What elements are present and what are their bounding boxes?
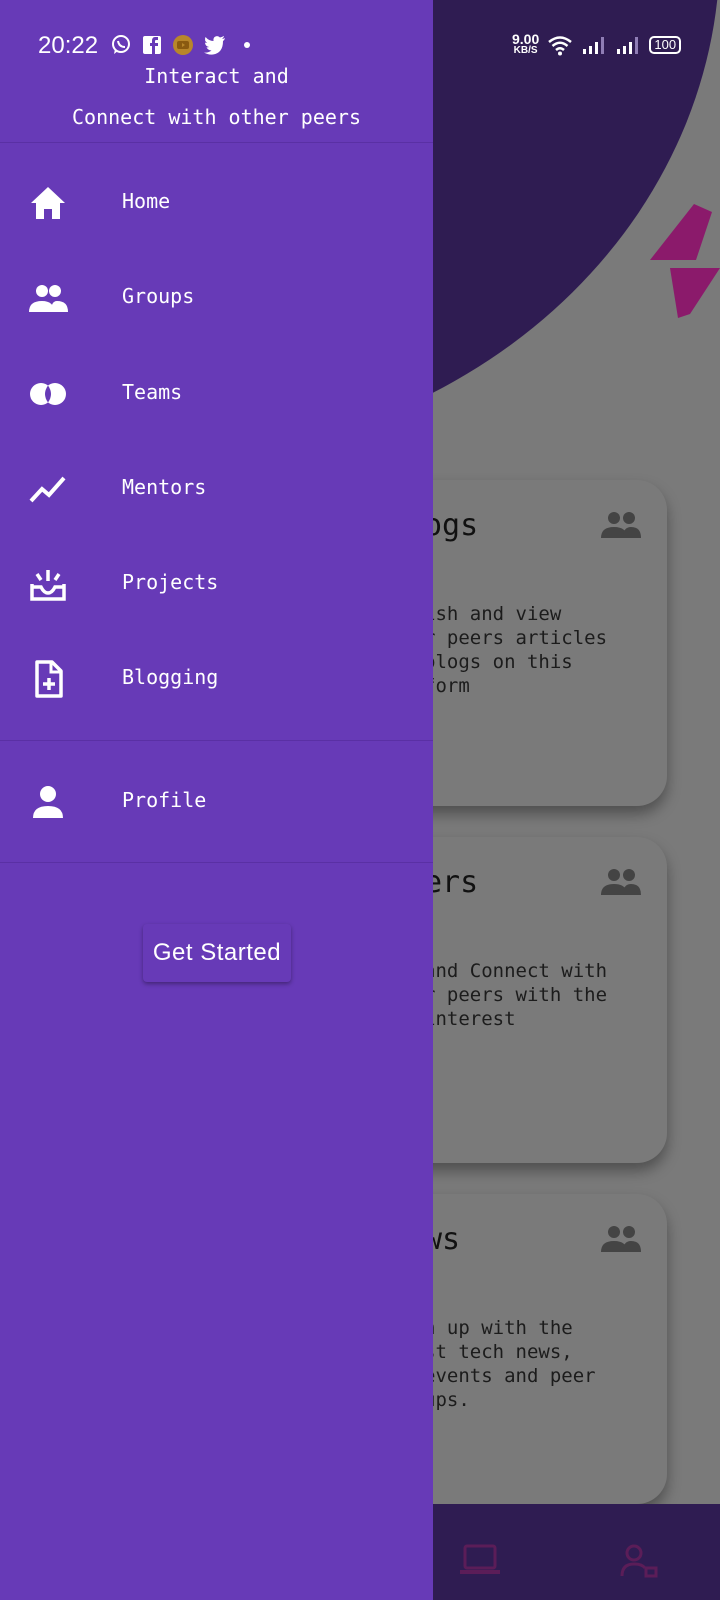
drawer-item-label: Mentors bbox=[122, 475, 207, 499]
drawer-item-label: Projects bbox=[122, 570, 219, 594]
teams-icon bbox=[30, 383, 66, 405]
navigation-drawer: Interact and Connect with other peers Ho… bbox=[0, 0, 433, 1600]
network-speed-unit: KB/S bbox=[513, 45, 538, 56]
whatsapp-icon bbox=[112, 35, 130, 54]
twitter-icon bbox=[204, 36, 225, 55]
drawer-header-line2: Connect with other peers bbox=[72, 105, 361, 129]
projects-icon bbox=[30, 570, 66, 601]
person-icon bbox=[33, 786, 63, 818]
drawer-item-teams[interactable]: Teams bbox=[0, 354, 433, 434]
home-icon bbox=[31, 187, 65, 219]
notification-icons bbox=[110, 34, 258, 56]
app-logo-icon bbox=[650, 204, 720, 318]
drawer-item-mentors[interactable]: Mentors bbox=[0, 449, 433, 529]
youtube-icon bbox=[173, 35, 193, 55]
account-tree-icon[interactable] bbox=[620, 1544, 660, 1578]
network-speed-value: 9.00 bbox=[512, 31, 540, 47]
groups-icon bbox=[29, 285, 68, 312]
drawer-item-home[interactable]: Home bbox=[0, 163, 433, 243]
drawer-item-blogging[interactable]: Blogging bbox=[0, 639, 433, 719]
wifi-icon bbox=[548, 36, 573, 56]
drawer-item-groups[interactable]: Groups bbox=[0, 258, 433, 338]
drawer-item-label: Home bbox=[122, 189, 171, 213]
note-add-icon bbox=[35, 660, 63, 698]
get-started-button[interactable]: Get Started bbox=[143, 924, 291, 982]
drawer-item-label: Groups bbox=[122, 284, 195, 308]
drawer-item-label: Blogging bbox=[122, 665, 219, 689]
laptop-icon[interactable] bbox=[460, 1544, 500, 1578]
status-time: 20:22 bbox=[38, 32, 99, 59]
dot-icon bbox=[244, 42, 250, 48]
network-speed: 9.00 KB/S bbox=[512, 31, 540, 56]
status-indicators: 9.00 KB/S 100 bbox=[512, 31, 682, 56]
status-bar: 20:22 9.00 KB/S 100 bbox=[0, 0, 720, 92]
drawer-divider bbox=[0, 862, 433, 863]
drawer-item-profile[interactable]: Profile bbox=[0, 762, 433, 842]
facebook-icon bbox=[143, 36, 161, 54]
trending-icon bbox=[29, 476, 66, 503]
drawer-item-label: Profile bbox=[122, 788, 207, 812]
card-description: ish and view r peers articles blogs on t… bbox=[424, 603, 608, 697]
groups-icon bbox=[601, 512, 641, 538]
drawer-item-label: Teams bbox=[122, 380, 183, 404]
card-description: and Connect with r peers with the intere… bbox=[424, 960, 608, 1030]
drawer-divider bbox=[0, 740, 433, 741]
groups-icon bbox=[601, 869, 641, 895]
battery-indicator: 100 bbox=[649, 36, 682, 54]
signal-icon bbox=[583, 37, 605, 54]
signal-icon bbox=[617, 37, 639, 54]
drawer-item-projects[interactable]: Projects bbox=[0, 544, 433, 624]
groups-icon bbox=[601, 1226, 641, 1252]
card-description: h up with the st tech news, events and p… bbox=[424, 1317, 596, 1411]
